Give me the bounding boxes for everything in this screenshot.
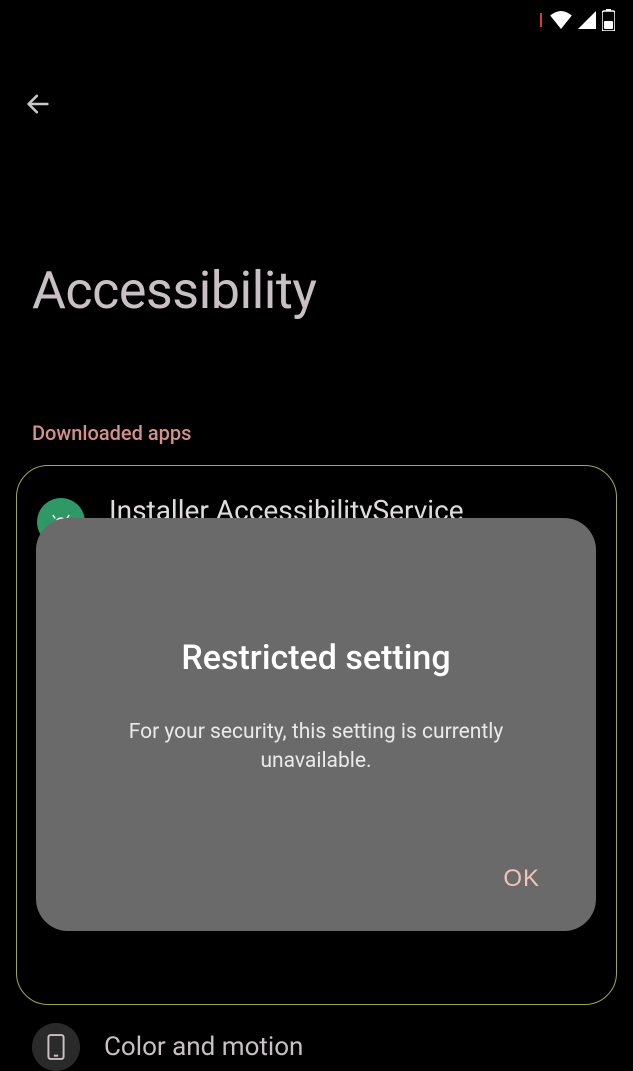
color-motion-label: Color and motion	[104, 1032, 303, 1062]
dialog-actions: OK	[76, 857, 556, 901]
bottom-row[interactable]: Color and motion	[0, 1023, 633, 1071]
status-accent	[540, 13, 542, 27]
restricted-setting-dialog: Restricted setting For your security, th…	[36, 518, 596, 931]
wifi-icon	[550, 11, 572, 29]
signal-icon	[578, 11, 596, 29]
section-label-downloaded: Downloaded apps	[0, 421, 633, 445]
page-title: Accessibility	[0, 260, 633, 321]
ok-button[interactable]: OK	[487, 857, 556, 901]
back-button[interactable]	[24, 90, 52, 122]
phone-icon	[32, 1023, 80, 1071]
dialog-message: For your security, this setting is curre…	[76, 718, 556, 777]
status-bar	[0, 0, 633, 40]
dialog-title: Restricted setting	[76, 638, 556, 678]
battery-icon	[602, 9, 615, 31]
